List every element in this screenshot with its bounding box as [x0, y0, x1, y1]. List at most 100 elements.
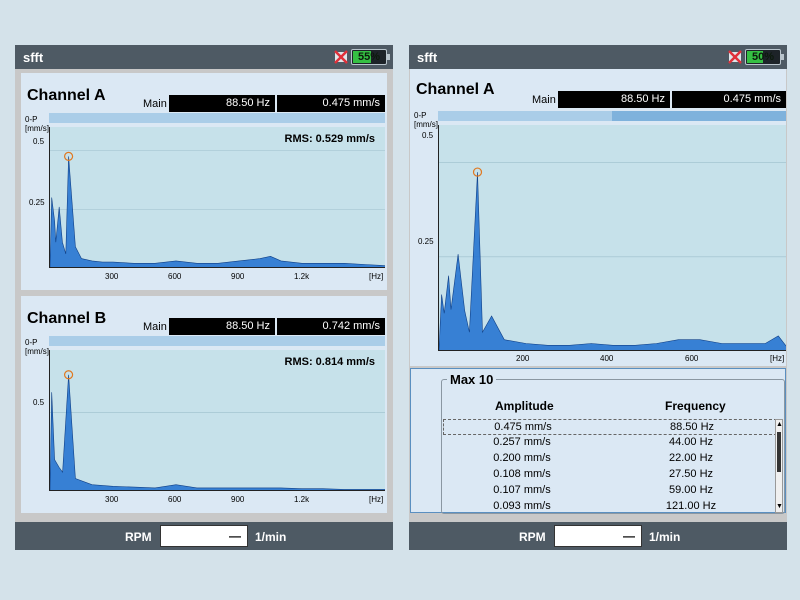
scroll-down-icon[interactable]: ▼	[776, 503, 783, 511]
device-left: sfft 55% Channel A Main 88.50 Hz 0.475 m…	[15, 45, 393, 550]
rpm-bar: RPM — 1/min	[15, 522, 393, 550]
level-bar	[438, 111, 786, 121]
rpm-unit: 1/min	[649, 530, 681, 544]
x-tick: 200	[516, 354, 530, 363]
sensor-disconnected-icon	[334, 50, 348, 64]
spectrum-svg	[50, 150, 385, 267]
amplitude-header: Amplitude	[495, 399, 554, 413]
rpm-bar: RPM — 1/min	[409, 522, 787, 550]
battery-percent: 55%	[357, 51, 381, 63]
rpm-label: RPM	[125, 530, 152, 544]
channel-title: Channel A	[27, 87, 106, 104]
frequency-readout: 88.50 Hz	[169, 318, 275, 335]
x-tick: 1.2k	[294, 495, 310, 504]
rpm-label: RPM	[519, 530, 546, 544]
y-tick-0.5: 0.5	[33, 137, 45, 146]
channel-a-panel[interactable]: Channel A Main 88.50 Hz 0.475 mm/s 0-P [m…	[21, 73, 387, 290]
spectrum-series	[439, 172, 786, 350]
spectrum-svg	[439, 162, 786, 350]
x-tick: 900	[231, 272, 245, 281]
rpm-unit: 1/min	[255, 530, 287, 544]
level-bar	[49, 113, 385, 123]
spectrum-plot[interactable]: RMS: 0.529 mm/s	[49, 127, 385, 268]
y-tick-0.5: 0.5	[33, 398, 45, 407]
rms-value: RMS: 0.814 mm/s	[284, 356, 375, 368]
amplitude-cell: 0.093 mm/s	[493, 500, 551, 512]
spectrum-plot[interactable]: RMS: 0.814 mm/s	[49, 350, 385, 491]
table-row[interactable]: 0.257 mm/s 44.00 Hz	[443, 435, 777, 451]
y-tick-0.25: 0.25	[29, 198, 45, 207]
y-unit-label: 0-P [mm/s]	[414, 111, 438, 129]
frequency-cell: 88.50 Hz	[669, 421, 715, 433]
rpm-input[interactable]: —	[160, 525, 248, 547]
frequency-cell: 27.50 Hz	[668, 468, 714, 480]
scroll-thumb[interactable]	[777, 432, 781, 472]
channel-a-panel[interactable]: Channel A Main 88.50 Hz 0.475 mm/s 0-P [m…	[410, 69, 786, 366]
sensor-disconnected-icon	[728, 50, 742, 64]
level-fill	[49, 113, 385, 123]
channel-title: Channel A	[416, 81, 495, 98]
x-tick: 300	[105, 272, 119, 281]
x-unit: [Hz]	[369, 495, 384, 504]
main-label: Main	[143, 321, 167, 333]
level-fill	[49, 336, 385, 346]
scrollbar[interactable]: ▲ ▼	[775, 419, 783, 513]
table-row[interactable]: 0.108 mm/s 27.50 Hz	[443, 467, 777, 483]
main-label: Main	[143, 98, 167, 110]
x-tick: 400	[600, 354, 614, 363]
frequency-cell: 44.00 Hz	[668, 436, 714, 448]
amplitude-readout: 0.475 mm/s	[277, 95, 385, 112]
rms-value: RMS: 0.529 mm/s	[284, 133, 375, 145]
level-fill	[438, 111, 612, 121]
app-title: sfft	[23, 50, 44, 65]
frequency-readout: 88.50 Hz	[558, 91, 670, 108]
x-unit: [Hz]	[369, 272, 384, 281]
amplitude-cell: 0.108 mm/s	[493, 468, 551, 480]
amplitude-readout: 0.475 mm/s	[672, 91, 786, 108]
scroll-up-icon[interactable]: ▲	[776, 421, 783, 429]
spectrum-series	[50, 374, 385, 490]
app-title: sfft	[417, 50, 438, 65]
x-tick: 600	[168, 495, 182, 504]
battery-icon: 55%	[351, 49, 390, 65]
title-bar: sfft 50%	[409, 45, 787, 69]
spectrum-plot[interactable]	[438, 125, 786, 351]
y-tick-0.25: 0.25	[418, 237, 434, 246]
rpm-input[interactable]: —	[554, 525, 642, 547]
amplitude-readout: 0.742 mm/s	[277, 318, 385, 335]
spectrum-svg	[50, 370, 385, 490]
frequency-readout: 88.50 Hz	[169, 95, 275, 112]
level-bar	[49, 336, 385, 346]
y-tick-0.5: 0.5	[422, 131, 434, 140]
x-tick: 300	[105, 495, 119, 504]
amplitude-cell: 0.200 mm/s	[493, 452, 551, 464]
battery-icon: 50%	[745, 49, 784, 65]
x-tick: 900	[231, 495, 245, 504]
spectrum-series	[50, 156, 385, 267]
x-tick: 600	[685, 354, 699, 363]
x-tick: 600	[168, 272, 182, 281]
channel-b-panel[interactable]: Channel B Main 88.50 Hz 0.742 mm/s 0-P [m…	[21, 296, 387, 513]
frequency-cell: 22.00 Hz	[668, 452, 714, 464]
battery-percent: 50%	[751, 51, 775, 63]
x-tick: 1.2k	[294, 272, 310, 281]
table-row[interactable]: 0.475 mm/s 88.50 Hz	[443, 419, 777, 435]
amplitude-cell: 0.257 mm/s	[493, 436, 551, 448]
y-unit-label: 0-P [mm/s]	[25, 338, 49, 356]
table-row[interactable]: 0.200 mm/s 22.00 Hz	[443, 451, 777, 467]
x-unit: [Hz]	[770, 354, 785, 363]
max10-title: Max 10	[447, 372, 497, 387]
device-right: sfft 50% Channel A Main 88.50 Hz 0.475 m…	[409, 45, 787, 550]
frequency-cell: 121.00 Hz	[665, 500, 717, 512]
amplitude-cell: 0.107 mm/s	[493, 484, 551, 496]
frequency-cell: 59.00 Hz	[668, 484, 714, 496]
table-row[interactable]: 0.093 mm/s 121.00 Hz	[443, 499, 777, 515]
main-label: Main	[532, 94, 556, 106]
table-row[interactable]: 0.107 mm/s 59.00 Hz	[443, 483, 777, 499]
amplitude-cell: 0.475 mm/s	[494, 421, 552, 433]
max10-panel[interactable]: Max 10 Amplitude Frequency 0.475 mm/s 88.…	[410, 368, 786, 515]
y-unit-label: 0-P [mm/s]	[25, 115, 49, 133]
title-bar: sfft 55%	[15, 45, 393, 69]
channel-title: Channel B	[27, 310, 107, 327]
frequency-header: Frequency	[665, 399, 726, 413]
